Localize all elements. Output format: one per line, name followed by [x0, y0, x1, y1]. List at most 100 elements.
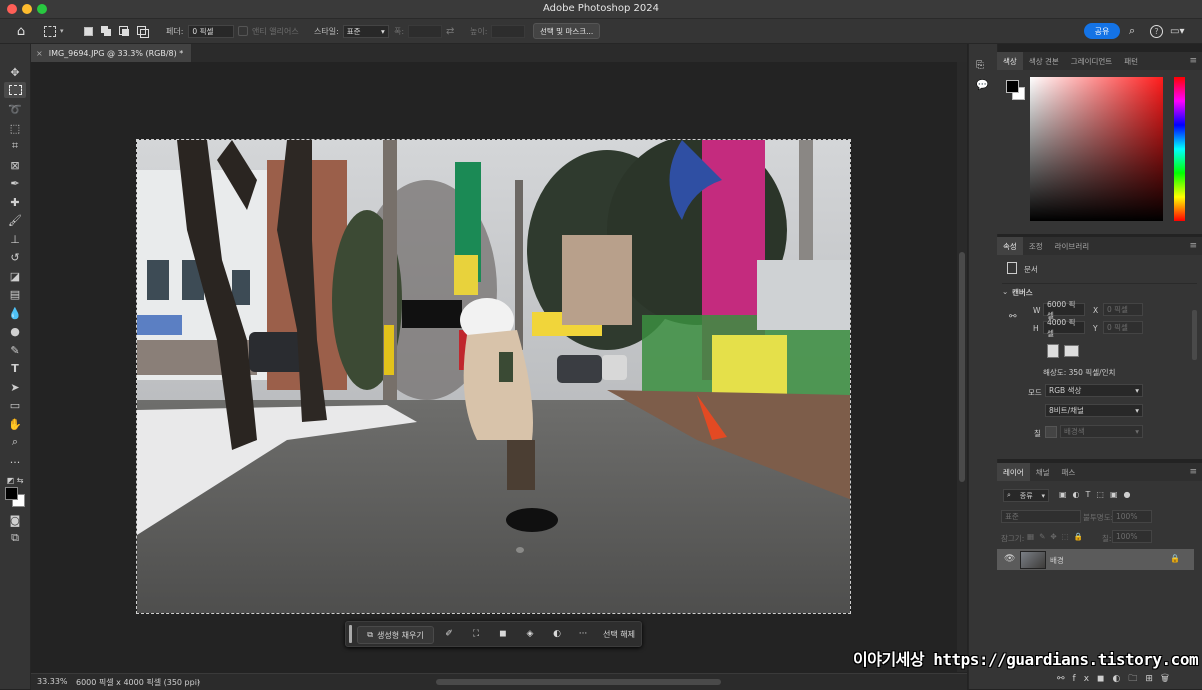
tab-patterns[interactable]: 패턴: [1118, 52, 1144, 70]
height-input[interactable]: [491, 24, 526, 38]
modify-selection-icon[interactable]: ✐: [441, 626, 457, 642]
panel-menu-icon[interactable]: ≡: [1189, 241, 1197, 251]
rectangle-tool-icon[interactable]: ▭: [4, 397, 26, 413]
panel-menu-icon[interactable]: ≡: [1189, 56, 1197, 66]
feather-input[interactable]: 0 픽셀: [188, 24, 235, 38]
horizontal-scroll-thumb[interactable]: [436, 679, 721, 685]
subtract-selection-icon[interactable]: [119, 26, 129, 36]
select-subject-icon[interactable]: ⛶: [468, 626, 484, 642]
tab-properties[interactable]: 속성: [997, 237, 1023, 255]
tab-libraries[interactable]: 라이브러리: [1049, 237, 1096, 255]
dodge-tool-icon[interactable]: ●: [4, 323, 26, 339]
layer-fill-input[interactable]: 100%: [1112, 530, 1152, 543]
portrait-orientation-icon[interactable]: [1047, 344, 1059, 358]
color-mode-select[interactable]: RGB 색상 ▾: [1045, 384, 1143, 397]
history-icon[interactable]: ⎘: [976, 60, 984, 71]
path-selection-tool-icon[interactable]: ➤: [4, 379, 26, 395]
color-field[interactable]: [1030, 77, 1163, 221]
foreground-color-swatch[interactable]: [5, 487, 18, 500]
hand-tool-icon[interactable]: ✋: [4, 416, 26, 432]
tab-adjustments[interactable]: 조정: [1023, 237, 1049, 255]
fill-icon[interactable]: ◈: [522, 626, 538, 642]
canvas-height-input[interactable]: 4000 픽셀: [1043, 318, 1085, 338]
lock-icon[interactable]: 🔒: [1170, 554, 1180, 563]
scroll-thumb[interactable]: [959, 252, 965, 482]
canvas-y-input[interactable]: 0 픽셀: [1103, 321, 1143, 334]
eyedropper-tool-icon[interactable]: ✒: [4, 175, 26, 191]
deselect-button[interactable]: 선택 해제: [598, 626, 640, 642]
help-icon[interactable]: ?: [1150, 24, 1163, 38]
tab-channels[interactable]: 채널: [1030, 463, 1056, 481]
chevron-down-icon[interactable]: ⌄: [1002, 287, 1008, 296]
layer-row[interactable]: 👁 배경 🔒: [997, 549, 1194, 570]
history-brush-tool-icon[interactable]: ↺: [4, 249, 26, 265]
blend-mode-select[interactable]: 표준: [1001, 510, 1081, 523]
object-selection-tool-icon[interactable]: ⬚: [4, 120, 26, 136]
type-tool-icon[interactable]: T: [4, 360, 26, 376]
foreground-color-chip[interactable]: [1006, 80, 1019, 93]
crop-tool-icon[interactable]: ⌗: [4, 138, 26, 154]
close-tab-icon[interactable]: ×: [36, 49, 43, 58]
brush-tool-icon[interactable]: 🖌: [4, 212, 26, 228]
layer-actions-bar[interactable]: ⚯fx◼◐🗀⊞🗑: [1057, 671, 1177, 687]
hue-slider[interactable]: [1174, 77, 1185, 221]
blur-tool-icon[interactable]: 💧: [4, 305, 26, 321]
home-icon[interactable]: ⌂: [12, 19, 30, 43]
tab-swatches[interactable]: 색상 견본: [1023, 52, 1065, 70]
canvas-width-input[interactable]: 6000 픽셀: [1043, 300, 1085, 320]
canvas-x-input[interactable]: 0 픽셀: [1103, 303, 1143, 316]
gradient-tool-icon[interactable]: ▤: [4, 286, 26, 302]
lasso-tool-icon[interactable]: ➰: [4, 101, 26, 117]
status-menu-arrow[interactable]: ›: [197, 677, 200, 686]
comments-icon[interactable]: 💬: [976, 80, 988, 91]
marquee-tool-icon[interactable]: [4, 82, 26, 98]
search-icon[interactable]: ⌕: [1129, 19, 1135, 43]
fill-select[interactable]: 배경색 ▾: [1060, 425, 1143, 438]
antialias-checkbox[interactable]: [238, 26, 248, 36]
more-options-icon[interactable]: ···: [575, 626, 591, 642]
clone-stamp-tool-icon[interactable]: ⊥: [4, 231, 26, 247]
marquee-preset-picker[interactable]: ▾: [44, 19, 64, 43]
bit-depth-select[interactable]: 8비트/채널 ▾: [1045, 404, 1143, 417]
document-image[interactable]: [136, 139, 851, 614]
healing-brush-tool-icon[interactable]: ✚: [4, 194, 26, 210]
zoom-tool-icon[interactable]: ⌕: [4, 434, 26, 450]
share-button[interactable]: 공유: [1084, 23, 1120, 39]
add-selection-icon[interactable]: [101, 26, 111, 36]
opacity-input[interactable]: 100%: [1112, 510, 1152, 523]
pen-tool-icon[interactable]: ✎: [4, 342, 26, 358]
eye-visibility-icon[interactable]: 👁: [1004, 554, 1015, 564]
swap-icon[interactable]: ⇄: [446, 19, 454, 43]
style-select[interactable]: 표준 ▾: [342, 24, 389, 38]
properties-scrollbar[interactable]: [1192, 310, 1197, 360]
quick-mask-icon[interactable]: ◙: [4, 512, 26, 528]
tab-color[interactable]: 색상: [997, 52, 1023, 70]
tab-gradients[interactable]: 그레이디언트: [1065, 52, 1118, 70]
edit-toolbar-icon[interactable]: ···: [4, 454, 26, 470]
frame-tool-icon[interactable]: ⊠: [4, 157, 26, 173]
landscape-orientation-icon[interactable]: [1064, 345, 1079, 357]
layer-filter-select[interactable]: ⌕ 종류 ▾: [1003, 489, 1049, 502]
select-and-mask-button[interactable]: 선택 및 마스크...: [533, 23, 601, 39]
adjustment-icon[interactable]: ◐: [549, 626, 565, 642]
canvas-vertical-scrollbar[interactable]: [957, 62, 967, 672]
lock-icons[interactable]: ▦✎✥⬚🔒: [1027, 532, 1088, 541]
panel-menu-icon[interactable]: ≡: [1189, 467, 1197, 477]
move-tool-icon[interactable]: ✥: [4, 64, 26, 80]
tab-layers[interactable]: 레이어: [997, 463, 1030, 481]
width-input[interactable]: [408, 24, 443, 38]
new-selection-icon[interactable]: [84, 26, 93, 36]
link-icon[interactable]: ⚯: [1009, 312, 1017, 322]
document-tab[interactable]: × IMG_9694.JPG @ 33.3% (RGB/8) *: [31, 44, 192, 62]
default-colors-icon[interactable]: ◩ ⇆: [4, 472, 26, 488]
intersect-selection-icon[interactable]: [137, 26, 149, 38]
mask-icon[interactable]: ◼: [495, 626, 511, 642]
tab-paths[interactable]: 패스: [1056, 463, 1082, 481]
eraser-tool-icon[interactable]: ◪: [4, 268, 26, 284]
screen-mode-icon[interactable]: ⧉: [4, 530, 26, 546]
zoom-level[interactable]: 33.33%: [37, 677, 68, 686]
workspace-icon[interactable]: ▭▾: [1170, 19, 1184, 43]
layer-filter-icons[interactable]: ▣◐T⬚▣●: [1059, 490, 1137, 499]
fill-color-swatch[interactable]: [1045, 426, 1057, 438]
generative-fill-button[interactable]: ⧉ 생성형 채우기: [357, 626, 434, 644]
